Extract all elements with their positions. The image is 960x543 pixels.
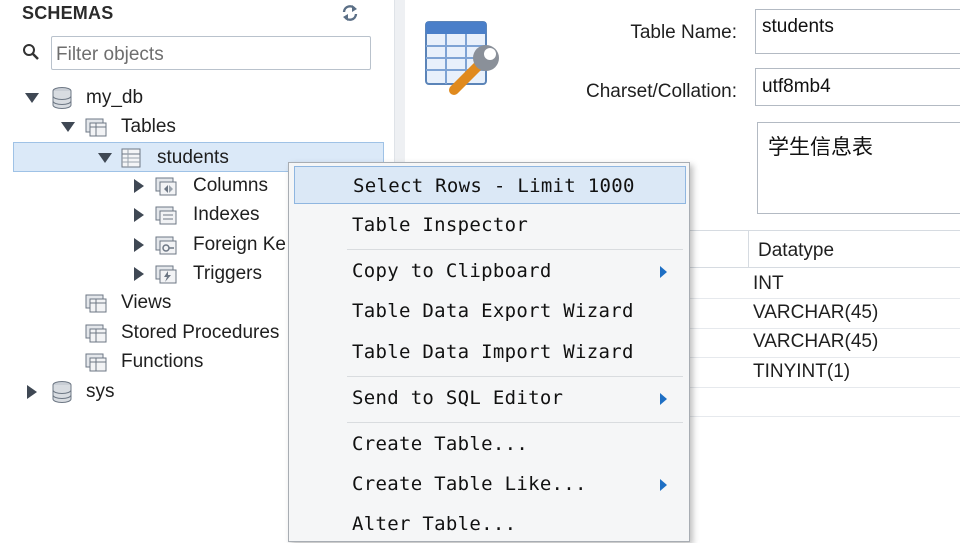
menu-item-select-rows[interactable]: Select Rows - Limit 1000 bbox=[294, 166, 686, 204]
functions-folder-icon bbox=[85, 353, 107, 372]
collapsed-arrow-icon[interactable] bbox=[24, 384, 40, 400]
menu-item-label: Table Data Export Wizard bbox=[352, 300, 634, 322]
columns-grid-header: Datatype bbox=[690, 231, 960, 268]
foreign-keys-folder-icon bbox=[155, 236, 177, 255]
collapsed-arrow-icon[interactable] bbox=[131, 237, 147, 253]
menu-item-create-table-like[interactable]: Create Table Like... bbox=[294, 465, 686, 503]
charset-select[interactable]: utf8mb4 bbox=[755, 68, 960, 106]
submenu-arrow-icon bbox=[660, 266, 667, 278]
tree-label-columns: Columns bbox=[193, 175, 268, 196]
collapsed-arrow-icon[interactable] bbox=[131, 207, 147, 223]
table-name-field[interactable]: students bbox=[755, 9, 960, 54]
menu-item-create-table[interactable]: Create Table... bbox=[294, 425, 686, 463]
submenu-arrow-icon bbox=[660, 479, 667, 491]
tree-item-my-db[interactable]: my_db bbox=[0, 83, 394, 113]
tree-label-tables: Tables bbox=[121, 116, 176, 137]
menu-item-label: Table Data Import Wizard bbox=[352, 341, 634, 363]
expanded-arrow-icon[interactable] bbox=[24, 90, 40, 106]
triggers-folder-icon bbox=[155, 265, 177, 284]
menu-item-label: Create Table Like... bbox=[352, 473, 587, 495]
tree-label-sys: sys bbox=[86, 381, 115, 402]
menu-item-export-wizard[interactable]: Table Data Export Wizard bbox=[294, 292, 686, 330]
menu-item-label: Alter Table... bbox=[352, 513, 517, 535]
tree-label-foreign-keys: Foreign Ke bbox=[193, 234, 286, 255]
folder-tables-icon bbox=[85, 118, 107, 137]
menu-item-label: Table Inspector bbox=[352, 214, 529, 236]
table-icon bbox=[121, 148, 141, 168]
comments-field[interactable]: 学生信息表 bbox=[757, 122, 960, 214]
stored-procedures-folder-icon bbox=[85, 324, 107, 343]
tree-label-students: students bbox=[157, 147, 229, 168]
tree-label-functions: Functions bbox=[121, 351, 204, 372]
menu-item-copy-to-clipboard[interactable]: Copy to Clipboard bbox=[294, 252, 686, 290]
expanded-arrow-icon[interactable] bbox=[60, 119, 76, 135]
database-icon bbox=[52, 381, 72, 403]
datatype-cell[interactable]: VARCHAR(45) bbox=[753, 302, 878, 324]
context-menu: Select Rows - Limit 1000 Table Inspector… bbox=[288, 162, 690, 542]
filter-objects-input[interactable] bbox=[51, 36, 371, 70]
menu-item-label: Copy to Clipboard bbox=[352, 260, 552, 282]
menu-item-import-wizard[interactable]: Table Data Import Wizard bbox=[294, 333, 686, 371]
submenu-arrow-icon bbox=[660, 393, 667, 405]
search-icon bbox=[23, 44, 39, 60]
menu-item-label: Select Rows - Limit 1000 bbox=[353, 175, 635, 197]
columns-grid: Datatype INT VARCHAR(45) VARCHAR(45) TIN… bbox=[690, 230, 960, 417]
menu-item-label: Create Table... bbox=[352, 433, 529, 455]
menu-item-alter-table[interactable]: Alter Table... bbox=[294, 505, 686, 543]
menu-item-send-to-sql-editor[interactable]: Send to SQL Editor bbox=[294, 379, 686, 417]
tree-item-tables[interactable]: Tables bbox=[0, 112, 394, 142]
tree-label-my-db: my_db bbox=[86, 87, 144, 108]
table-name-label: Table Name: bbox=[630, 22, 737, 43]
menu-separator bbox=[347, 376, 683, 377]
datatype-column-header[interactable]: Datatype bbox=[758, 240, 834, 262]
tree-label-indexes: Indexes bbox=[193, 204, 260, 225]
menu-item-table-inspector[interactable]: Table Inspector bbox=[294, 206, 686, 244]
datatype-cell[interactable]: TINYINT(1) bbox=[753, 361, 850, 383]
datatype-cell[interactable]: INT bbox=[753, 273, 784, 295]
menu-separator bbox=[347, 249, 683, 250]
database-icon bbox=[52, 87, 72, 109]
tree-label-views: Views bbox=[121, 292, 172, 313]
indexes-folder-icon bbox=[155, 206, 177, 225]
views-folder-icon bbox=[85, 294, 107, 313]
table-editor-icon bbox=[425, 21, 499, 95]
expanded-arrow-icon[interactable] bbox=[97, 150, 113, 166]
tree-label-triggers: Triggers bbox=[193, 263, 262, 284]
collapsed-arrow-icon[interactable] bbox=[131, 266, 147, 282]
columns-folder-icon bbox=[155, 177, 177, 196]
datatype-cell[interactable]: VARCHAR(45) bbox=[753, 331, 878, 353]
menu-separator bbox=[347, 422, 683, 423]
menu-item-label: Send to SQL Editor bbox=[352, 387, 564, 409]
charset-label: Charset/Collation: bbox=[585, 81, 737, 102]
tree-label-stored-procedures: Stored Procedures bbox=[121, 322, 280, 343]
refresh-icon[interactable] bbox=[340, 3, 360, 23]
schemas-title: SCHEMAS bbox=[22, 3, 114, 23]
collapsed-arrow-icon[interactable] bbox=[131, 178, 147, 194]
